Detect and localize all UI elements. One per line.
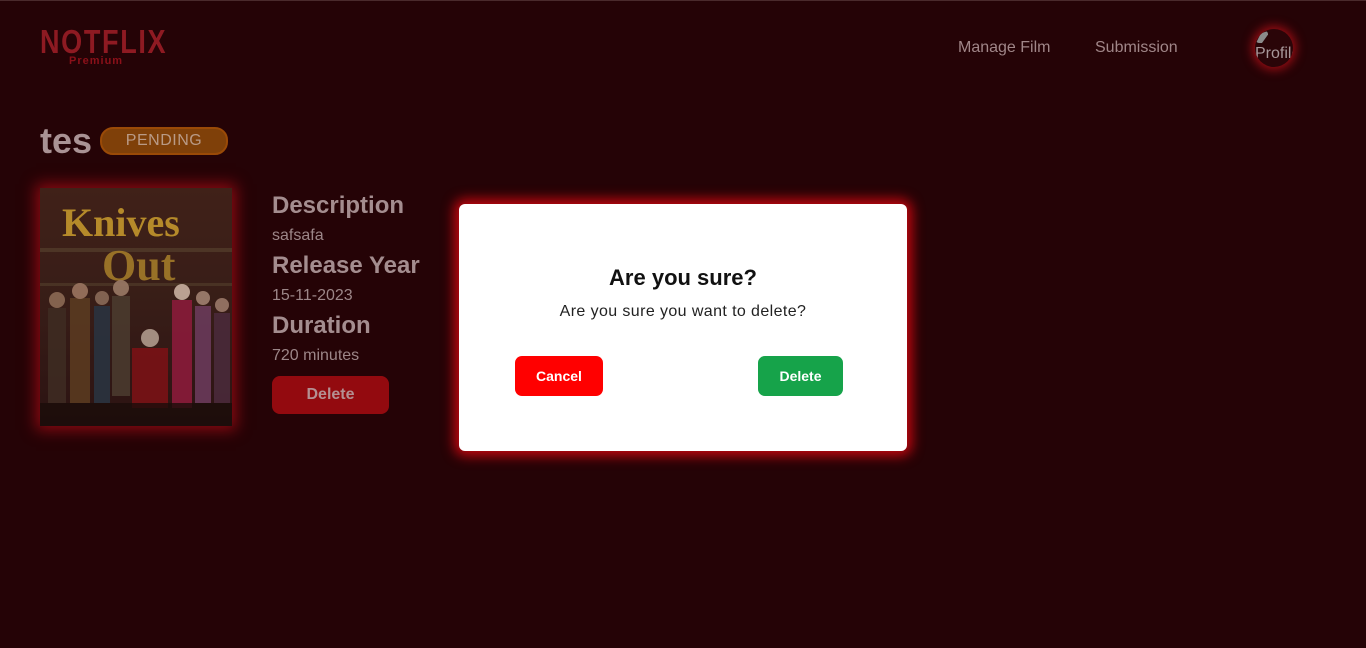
poster-image: Knives Out <box>40 188 232 426</box>
modal-message: Are you sure you want to delete? <box>559 303 807 320</box>
svg-text:Out: Out <box>102 241 176 290</box>
profile-alt-text: Profile <box>1255 45 1293 62</box>
poster-lettering: Knives <box>62 200 180 245</box>
profile-avatar[interactable]: Profile <box>1255 29 1293 67</box>
nav-submission[interactable]: Submission <box>1095 39 1178 57</box>
confirm-delete-button[interactable]: Delete <box>758 356 843 396</box>
release-year-label: Release Year <box>272 252 420 279</box>
logo-subtext: Premium <box>69 55 124 67</box>
description-value: safsafa <box>272 227 324 244</box>
film-title: tes <box>40 120 93 161</box>
release-year-value: 15-11-2023 <box>272 287 353 304</box>
notflix-logo[interactable]: NOTFLIX Premium <box>40 23 166 71</box>
description-label: Description <box>272 192 405 219</box>
duration-label: Duration <box>272 312 371 339</box>
confirm-delete-modal: Are you sure? Are you sure you want to d… <box>459 204 907 451</box>
film-delete-button[interactable]: Delete <box>272 376 389 414</box>
modal-title: Are you sure? <box>609 265 757 290</box>
status-badge: PENDING <box>100 127 228 155</box>
cancel-button[interactable]: Cancel <box>515 356 603 396</box>
duration-value: 720 minutes <box>272 347 360 364</box>
nav-manage-film[interactable]: Manage Film <box>958 39 1050 57</box>
film-poster: Knives Out <box>40 188 232 426</box>
page: NOTFLIX Premium Manage Film Submission P… <box>0 0 1366 648</box>
broken-image-icon <box>1256 31 1268 43</box>
